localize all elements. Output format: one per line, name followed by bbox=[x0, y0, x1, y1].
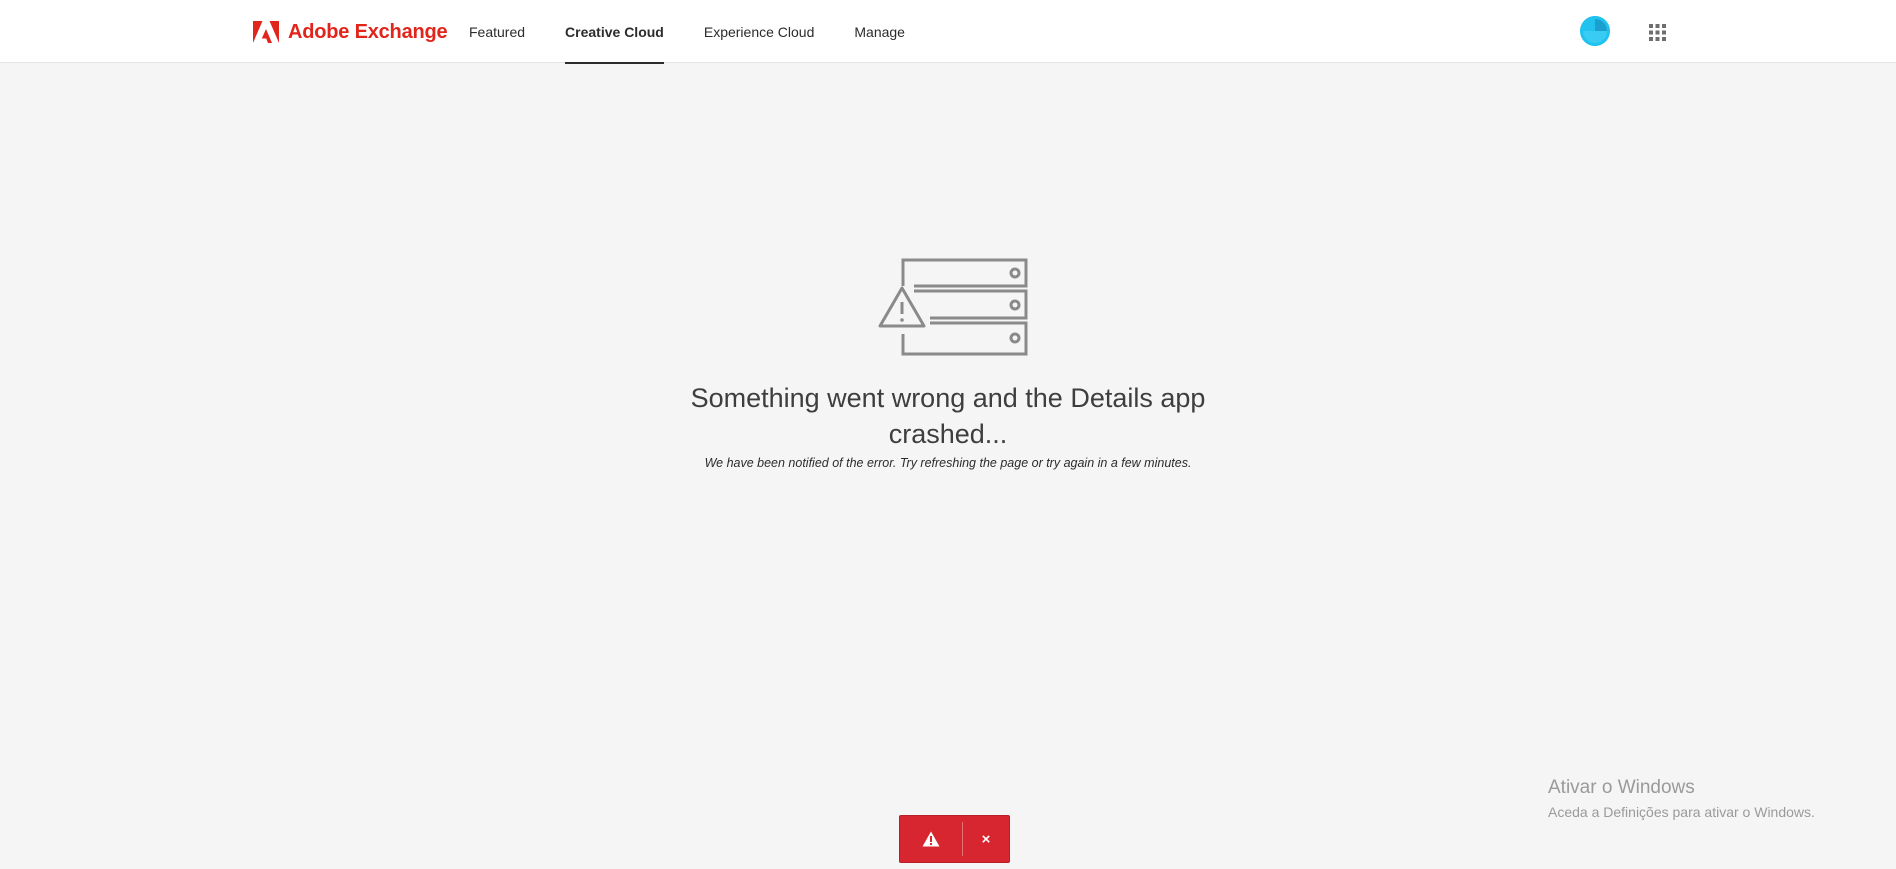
watermark-subtitle: Aceda a Definições para ativar o Windows… bbox=[1548, 804, 1815, 820]
watermark-title: Ativar o Windows bbox=[1548, 777, 1695, 798]
adobe-exchange-logo-link[interactable]: Adobe Exchange bbox=[253, 20, 448, 44]
apps-grid-icon[interactable] bbox=[1649, 24, 1666, 41]
nav-manage[interactable]: Manage bbox=[854, 0, 905, 63]
toast-warning-area bbox=[900, 816, 962, 862]
adobe-logo-icon bbox=[253, 21, 279, 43]
main-nav: Featured Creative Cloud Experience Cloud… bbox=[469, 0, 945, 64]
server-warning-icon bbox=[878, 258, 1028, 356]
user-avatar[interactable] bbox=[1580, 16, 1610, 46]
top-header: Adobe Exchange Featured Creative Cloud E… bbox=[0, 0, 1896, 64]
error-toast: × bbox=[899, 815, 1010, 863]
nav-featured[interactable]: Featured bbox=[469, 0, 525, 63]
error-message: We have been notified of the error. Try … bbox=[704, 456, 1192, 470]
avatar-image bbox=[1580, 16, 1610, 46]
toast-close-button[interactable]: × bbox=[963, 816, 1009, 862]
windows-activation-watermark: Ativar o Windows Aceda a Definições para… bbox=[1548, 776, 1815, 822]
warning-icon bbox=[922, 831, 940, 847]
nav-creative-cloud[interactable]: Creative Cloud bbox=[565, 0, 664, 64]
nav-experience-cloud[interactable]: Experience Cloud bbox=[704, 0, 815, 63]
error-title: Something went wrong and the Details app… bbox=[690, 383, 1206, 449]
brand-name: Adobe Exchange bbox=[288, 20, 448, 43]
